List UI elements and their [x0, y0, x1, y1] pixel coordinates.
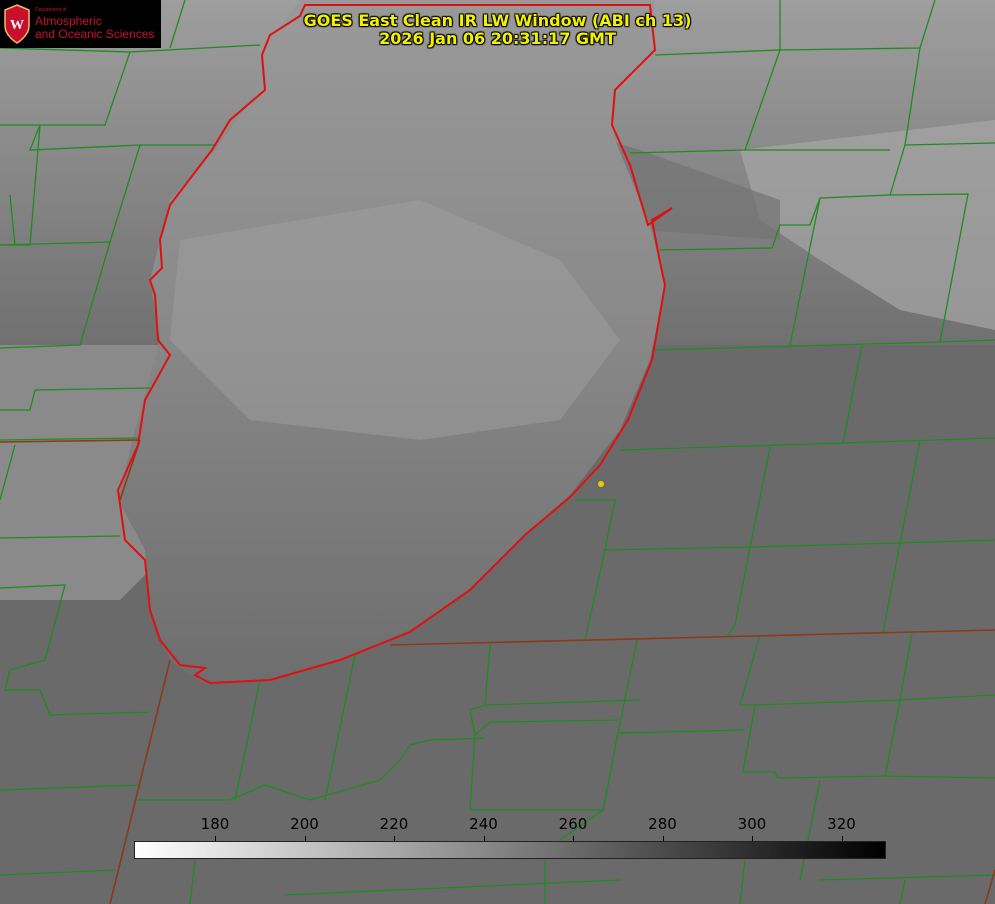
colorbar-tick-label: 260	[558, 815, 588, 833]
timestamp-title: 2026 Jan 06 20:31:17 GMT	[379, 29, 616, 48]
colorbar-tick-label: 300	[737, 815, 767, 833]
colorbar	[134, 841, 886, 859]
colorbar-tick-label: 320	[827, 815, 856, 833]
location-marker	[598, 481, 604, 487]
colorbar-tick-label: 280	[648, 815, 677, 833]
colorbar-tick-label: 200	[290, 815, 319, 833]
satellite-map	[0, 0, 995, 904]
colorbar-tick-label: 220	[379, 815, 409, 833]
product-title: GOES East Clean IR LW Window (ABI ch 13)	[303, 11, 692, 30]
colorbar-tick-label: 240	[469, 815, 498, 833]
colorbar-tick-label: 180	[200, 815, 230, 833]
